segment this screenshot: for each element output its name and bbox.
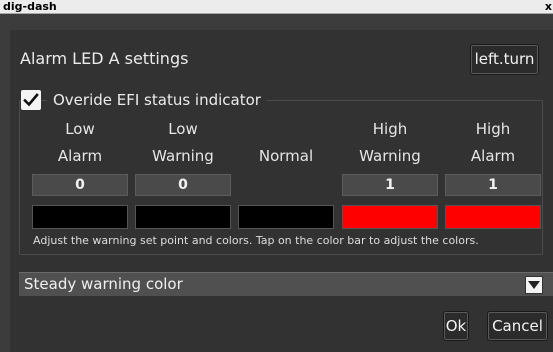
warning-mode-select[interactable]: Steady warning color (19, 272, 553, 296)
cancel-button[interactable]: Cancel (487, 311, 548, 341)
normal-color-bar[interactable] (238, 205, 334, 229)
col-low-warning-line2: Warning (152, 147, 214, 165)
low-alarm-color-bar[interactable] (32, 205, 128, 229)
window-title: dig-dash (3, 0, 57, 13)
high-warning-value-input[interactable]: 1 (342, 174, 438, 196)
col-high-warning-line1: High (372, 120, 408, 138)
close-icon[interactable]: x (545, 0, 552, 14)
low-warning-color-bar[interactable] (135, 205, 231, 229)
override-checkbox[interactable] (21, 90, 41, 110)
col-high-alarm-line2: Alarm (470, 147, 516, 165)
checkmark-icon (23, 93, 39, 107)
app-window: dig-dash x Alarm LED A settings left.tur… (0, 0, 553, 352)
help-text: Adjust the warning set point and colors.… (33, 234, 479, 247)
warning-mode-selected: Steady warning color (24, 275, 183, 293)
led-select-button[interactable]: left.turn (470, 44, 539, 75)
low-warning-value-input[interactable]: 0 (135, 174, 231, 196)
col-high-alarm-line1: High (475, 120, 511, 138)
col-low-alarm-line2: Alarm (57, 147, 103, 165)
ok-button[interactable]: Ok (443, 311, 469, 341)
high-warning-color-bar[interactable] (342, 205, 438, 229)
high-alarm-value-input[interactable]: 1 (445, 174, 541, 196)
col-low-alarm-line1: Low (65, 120, 95, 138)
dialog-heading: Alarm LED A settings (20, 49, 189, 68)
title-bar: dig-dash x (0, 0, 553, 14)
col-low-warning-line1: Low (168, 120, 198, 138)
high-alarm-color-bar[interactable] (445, 205, 541, 229)
col-high-warning-line2: Warning (359, 147, 421, 165)
chevron-down-icon[interactable] (525, 276, 543, 294)
col-normal-label: Normal (258, 147, 314, 165)
override-label: Overide EFI status indicator (47, 90, 267, 110)
low-alarm-value-input[interactable]: 0 (32, 174, 128, 196)
